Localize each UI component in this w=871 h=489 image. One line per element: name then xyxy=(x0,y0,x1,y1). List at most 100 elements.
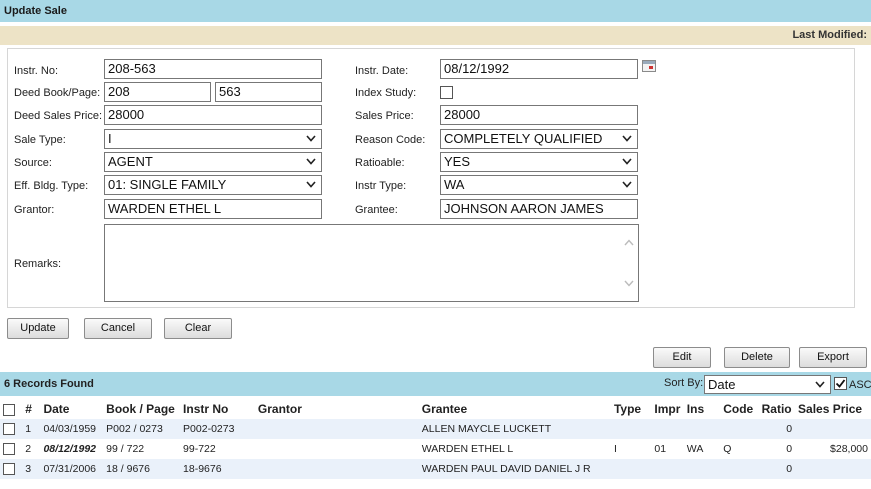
row-select-cell xyxy=(0,439,22,459)
chevron-down-icon xyxy=(306,135,316,142)
chevron-down-icon xyxy=(622,135,632,142)
sales-price-input[interactable]: 28000 xyxy=(440,105,638,125)
row-book-page: 18 / 9676 xyxy=(103,459,181,479)
grantee-label: Grantee: xyxy=(355,204,398,216)
table-header-row: # Date Book / Page Instr No Grantor Gran… xyxy=(0,399,871,419)
row-ins xyxy=(683,419,721,439)
chevron-down-icon xyxy=(306,181,316,188)
grantee-input[interactable]: JOHNSON AARON JAMES xyxy=(440,199,638,219)
table-row[interactable]: 2 08/12/1992 99 / 722 99-722 WARDEN ETHE… xyxy=(0,439,871,459)
instr-no-input[interactable]: 208-563 xyxy=(104,59,322,79)
sale-form: Instr. No: 208-563 Deed Book/Page: 208 5… xyxy=(7,48,855,308)
row-grantor xyxy=(254,459,419,479)
row-number: 3 xyxy=(22,459,41,479)
instr-type-value: WA xyxy=(444,177,465,192)
row-sales-price xyxy=(795,419,871,439)
deed-page-input[interactable]: 563 xyxy=(215,82,322,102)
row-select-cell xyxy=(0,419,23,439)
ratioable-value: YES xyxy=(444,154,471,169)
deed-book-page-label: Deed Book/Page: xyxy=(14,87,101,99)
row-grantee: WARDEN PAUL DAVID DANIEL J R xyxy=(418,459,611,479)
records-found-label: 6 Records Found xyxy=(4,378,94,390)
row-checkbox[interactable] xyxy=(3,423,15,436)
row-ins xyxy=(683,459,721,479)
last-modified-bar: Last Modified: xyxy=(0,26,871,45)
col-code[interactable]: Code xyxy=(720,399,759,419)
row-sales-price xyxy=(795,459,871,479)
row-code xyxy=(720,459,759,479)
instr-date-input[interactable]: 08/12/1992 xyxy=(440,59,638,79)
row-select-cell xyxy=(0,459,23,479)
row-grantee: ALLEN MAYCLE LUCKETT xyxy=(418,419,611,439)
scroll-up-icon[interactable] xyxy=(624,239,634,246)
scroll-down-icon[interactable] xyxy=(624,280,634,287)
instr-type-select[interactable]: WA xyxy=(440,175,638,195)
col-ratio[interactable]: Ratio xyxy=(758,399,796,419)
row-sales-price: $28,000 xyxy=(830,443,868,455)
chevron-down-icon xyxy=(622,181,632,188)
export-button[interactable]: Export xyxy=(799,347,867,368)
table-row[interactable]: 3 07/31/2006 18 / 9676 18-9676 WARDEN PA… xyxy=(0,459,871,479)
asc-label: ASC xyxy=(849,379,871,391)
row-number: 1 xyxy=(22,419,41,439)
col-instr-no[interactable]: Instr No xyxy=(180,399,255,419)
col-grantee[interactable]: Grantee xyxy=(418,399,611,419)
grantor-input[interactable]: WARDEN ETHEL L xyxy=(104,199,322,219)
table-row[interactable]: 1 04/03/1959 P002 / 0273 P002-0273 ALLEN… xyxy=(0,419,871,439)
row-grantee: WARDEN ETHEL L xyxy=(421,443,514,455)
col-type[interactable]: Type xyxy=(610,399,652,419)
sales-price-label: Sales Price: xyxy=(355,110,414,122)
grantor-label: Grantor: xyxy=(14,204,55,216)
row-number: 2 xyxy=(25,443,32,455)
eff-bldg-type-value: 01: SINGLE FAMILY xyxy=(108,177,227,192)
page-title: Update Sale xyxy=(4,5,67,17)
source-select[interactable]: AGENT xyxy=(104,152,322,172)
deed-book-input[interactable]: 208 xyxy=(104,82,211,102)
remarks-label: Remarks: xyxy=(14,258,62,270)
chevron-down-icon xyxy=(815,381,825,388)
cancel-button[interactable]: Cancel xyxy=(84,318,152,339)
edit-button[interactable]: Edit xyxy=(653,347,711,368)
row-ratio: 0 xyxy=(758,419,796,439)
sale-type-select[interactable]: I xyxy=(104,129,322,149)
select-all-checkbox[interactable] xyxy=(3,403,15,416)
reason-code-select[interactable]: COMPLETELY QUALIFIED xyxy=(440,129,638,149)
row-impr: 01 xyxy=(654,443,667,455)
col-impr[interactable]: Impr xyxy=(651,399,684,419)
eff-bldg-type-label: Eff. Bldg. Type: xyxy=(14,180,89,192)
row-impr xyxy=(651,419,684,439)
sort-by-value: Date xyxy=(708,377,736,392)
row-impr xyxy=(651,459,684,479)
sale-type-label: Sale Type: xyxy=(14,134,66,146)
source-value: AGENT xyxy=(108,154,153,169)
calendar-icon[interactable] xyxy=(642,60,656,72)
deed-sales-price-input[interactable]: 28000 xyxy=(104,105,322,125)
col-sales-price[interactable]: Sales Price xyxy=(795,399,871,419)
delete-button[interactable]: Delete xyxy=(724,347,790,368)
clear-button[interactable]: Clear xyxy=(164,318,232,339)
update-button[interactable]: Update xyxy=(7,318,69,339)
row-instr-no: 18-9676 xyxy=(180,459,255,479)
col-grantor[interactable]: Grantor xyxy=(254,399,419,419)
row-type xyxy=(610,459,652,479)
asc-checkbox[interactable] xyxy=(834,377,847,390)
row-date: 07/31/2006 xyxy=(40,459,104,479)
row-checkbox[interactable] xyxy=(3,463,15,476)
row-instr-no: 99-722 xyxy=(183,443,216,455)
col-book-page[interactable]: Book / Page xyxy=(103,399,181,419)
row-code xyxy=(720,419,759,439)
eff-bldg-type-select[interactable]: 01: SINGLE FAMILY xyxy=(104,175,322,195)
row-checkbox[interactable] xyxy=(3,443,15,456)
remarks-textarea[interactable] xyxy=(104,224,639,302)
row-type: I xyxy=(613,443,617,455)
col-ins[interactable]: Ins xyxy=(683,399,721,419)
ratioable-select[interactable]: YES xyxy=(440,152,638,172)
index-study-checkbox[interactable] xyxy=(440,86,453,99)
reason-code-value: COMPLETELY QUALIFIED xyxy=(444,131,603,146)
col-number[interactable]: # xyxy=(22,399,41,419)
col-date[interactable]: Date xyxy=(40,399,104,419)
row-grantor xyxy=(255,439,419,459)
index-study-label: Index Study: xyxy=(355,87,417,99)
row-date: 04/03/1959 xyxy=(40,419,104,439)
sort-by-select[interactable]: Date xyxy=(704,375,831,394)
